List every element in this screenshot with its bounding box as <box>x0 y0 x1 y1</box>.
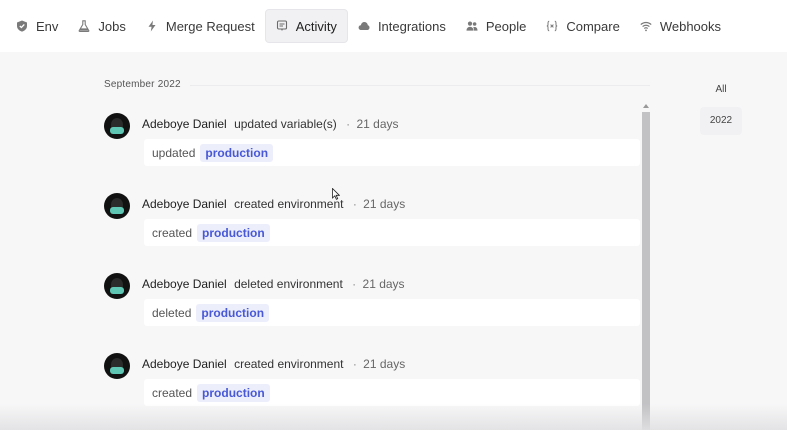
filter-year-2022[interactable]: 2022 <box>700 107 742 135</box>
shield-icon <box>16 20 28 32</box>
tab-webhooks-label: Webhooks <box>659 18 722 34</box>
scrollbar-thumb[interactable] <box>642 112 650 430</box>
tab-jobs-label: Jobs <box>98 18 126 34</box>
people-icon <box>466 20 478 32</box>
activity-headline: Adeboye Daniel deleted environment · 21 … <box>142 277 405 291</box>
wifi-icon <box>640 20 652 32</box>
separator-dot: · <box>352 277 357 291</box>
activity-entry: Adeboye Daniel deleted environment · 21 … <box>104 270 640 350</box>
tab-compare[interactable]: Compare <box>536 9 629 43</box>
activity-entry: Adeboye Daniel created environment · 21 … <box>104 350 640 430</box>
activity-time: 21 days <box>363 197 406 211</box>
year-filter: All 2022 <box>700 76 742 135</box>
avatar[interactable] <box>104 273 130 299</box>
activity-icon <box>276 20 288 32</box>
activity-action: created environment <box>234 197 344 211</box>
user-name[interactable]: Adeboye Daniel <box>142 197 227 211</box>
separator-dot: · <box>352 357 357 371</box>
activity-detail: created production <box>144 219 640 246</box>
tab-env[interactable]: Env <box>6 9 68 43</box>
activity-verb: updated <box>152 145 196 160</box>
tab-env-label: Env <box>36 18 59 34</box>
activity-headline: Adeboye Daniel updated variable(s) · 21 … <box>142 117 399 131</box>
scroll-up-arrow-icon[interactable] <box>643 104 649 108</box>
tab-merge-request[interactable]: Merge Request <box>136 9 265 43</box>
lightning-icon <box>146 20 158 32</box>
filter-all[interactable]: All <box>700 76 742 104</box>
user-name[interactable]: Adeboye Daniel <box>142 357 227 371</box>
activity-action: updated variable(s) <box>234 117 337 131</box>
activity-time: 21 days <box>362 277 405 291</box>
month-heading: September 2022 <box>104 79 181 90</box>
activity-headline: Adeboye Daniel created environment · 21 … <box>142 357 405 371</box>
tab-webhooks[interactable]: Webhooks <box>630 9 731 43</box>
user-name[interactable]: Adeboye Daniel <box>142 277 227 291</box>
separator-dot: · <box>346 117 351 131</box>
flask-icon <box>78 20 90 32</box>
activity-feed: Adeboye Daniel updated variable(s) · 21 … <box>104 110 640 430</box>
activity-detail: updated production <box>144 139 640 166</box>
tab-activity-label: Activity <box>295 18 337 34</box>
feed-scrollbar[interactable] <box>642 104 650 430</box>
separator-dot: · <box>352 197 357 211</box>
tab-people-label: People <box>485 18 527 34</box>
brackets-icon <box>546 20 558 32</box>
user-name[interactable]: Adeboye Daniel <box>142 117 227 131</box>
cloud-icon <box>358 20 370 32</box>
environment-tag[interactable]: production <box>200 143 274 162</box>
activity-headline: Adeboye Daniel created environment · 21 … <box>142 197 405 211</box>
avatar[interactable] <box>104 353 130 379</box>
tab-people[interactable]: People <box>456 9 536 43</box>
activity-detail: created production <box>144 379 640 406</box>
activity-verb: created <box>152 225 193 240</box>
environment-tag[interactable]: production <box>196 303 270 322</box>
activity-detail: deleted production <box>144 299 640 326</box>
tab-integrations[interactable]: Integrations <box>348 9 456 43</box>
activity-time: 21 days <box>356 117 399 131</box>
environment-tag[interactable]: production <box>197 223 270 242</box>
month-divider <box>190 85 650 86</box>
activity-entry: Adeboye Daniel created environment · 21 … <box>104 190 640 270</box>
top-nav: Env Jobs Merge Request Activity Integrat… <box>0 0 787 52</box>
tab-activity[interactable]: Activity <box>264 9 348 43</box>
avatar[interactable] <box>104 113 130 139</box>
activity-action: created environment <box>234 357 344 371</box>
tab-jobs[interactable]: Jobs <box>68 9 135 43</box>
tab-merge-request-label: Merge Request <box>165 18 255 34</box>
activity-verb: created <box>152 385 193 400</box>
tab-integrations-label: Integrations <box>377 18 446 34</box>
mouse-cursor-icon <box>332 188 340 200</box>
activity-action: deleted environment <box>234 277 343 291</box>
environment-tag[interactable]: production <box>197 383 270 402</box>
avatar[interactable] <box>104 193 130 219</box>
activity-verb: deleted <box>152 305 192 320</box>
activity-time: 21 days <box>363 357 406 371</box>
activity-entry: Adeboye Daniel updated variable(s) · 21 … <box>104 110 640 190</box>
tab-compare-label: Compare <box>566 18 620 34</box>
